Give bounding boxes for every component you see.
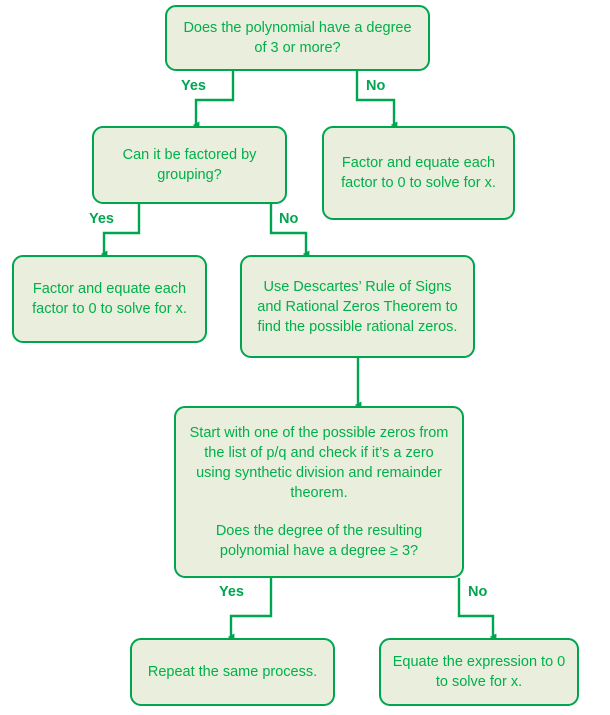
edge-label-no-2: No bbox=[279, 211, 299, 227]
node-text: Start with one of the possible zeros fro… bbox=[189, 425, 449, 501]
edge-label-yes-2: Yes bbox=[89, 211, 114, 227]
node-equate-expression[interactable]: Equate the expression to 0 to solve for … bbox=[379, 638, 579, 706]
node-repeat-process[interactable]: Repeat the same process. bbox=[130, 638, 335, 706]
node-text: Can it be factored by grouping? bbox=[122, 147, 257, 183]
flowchart-canvas: Does the polynomial have a degree of 3 o… bbox=[0, 0, 610, 715]
edge-label-yes-3: Yes bbox=[219, 584, 244, 600]
node-text: Does the polynomial have a degree of 3 o… bbox=[183, 20, 412, 56]
node-start-question[interactable]: Does the polynomial have a degree of 3 o… bbox=[165, 5, 430, 71]
edge-label-no-3: No bbox=[468, 584, 488, 600]
node-text: Factor and equate each factor to 0 to so… bbox=[32, 281, 187, 317]
node-synthetic-division[interactable]: Start with one of the possible zeros fro… bbox=[174, 406, 464, 578]
node-text: Equate the expression to 0 to solve for … bbox=[392, 654, 566, 690]
node-text: Use Descartes’ Rule of Signs and Rationa… bbox=[257, 278, 458, 335]
node-factor-equate-left[interactable]: Factor and equate each factor to 0 to so… bbox=[12, 255, 207, 343]
node-grouping-question[interactable]: Can it be factored by grouping? bbox=[92, 126, 287, 204]
node-descartes-rule[interactable]: Use Descartes’ Rule of Signs and Rationa… bbox=[240, 255, 475, 358]
node-text: Repeat the same process. bbox=[147, 664, 318, 680]
node-text: Factor and equate each factor to 0 to so… bbox=[341, 155, 496, 191]
node-factor-equate-right[interactable]: Factor and equate each factor to 0 to so… bbox=[322, 126, 515, 220]
edge-label-no-1: No bbox=[366, 78, 386, 94]
node-text: Does the degree of the resulting polynom… bbox=[215, 523, 423, 559]
edge-label-yes-1: Yes bbox=[181, 78, 206, 94]
